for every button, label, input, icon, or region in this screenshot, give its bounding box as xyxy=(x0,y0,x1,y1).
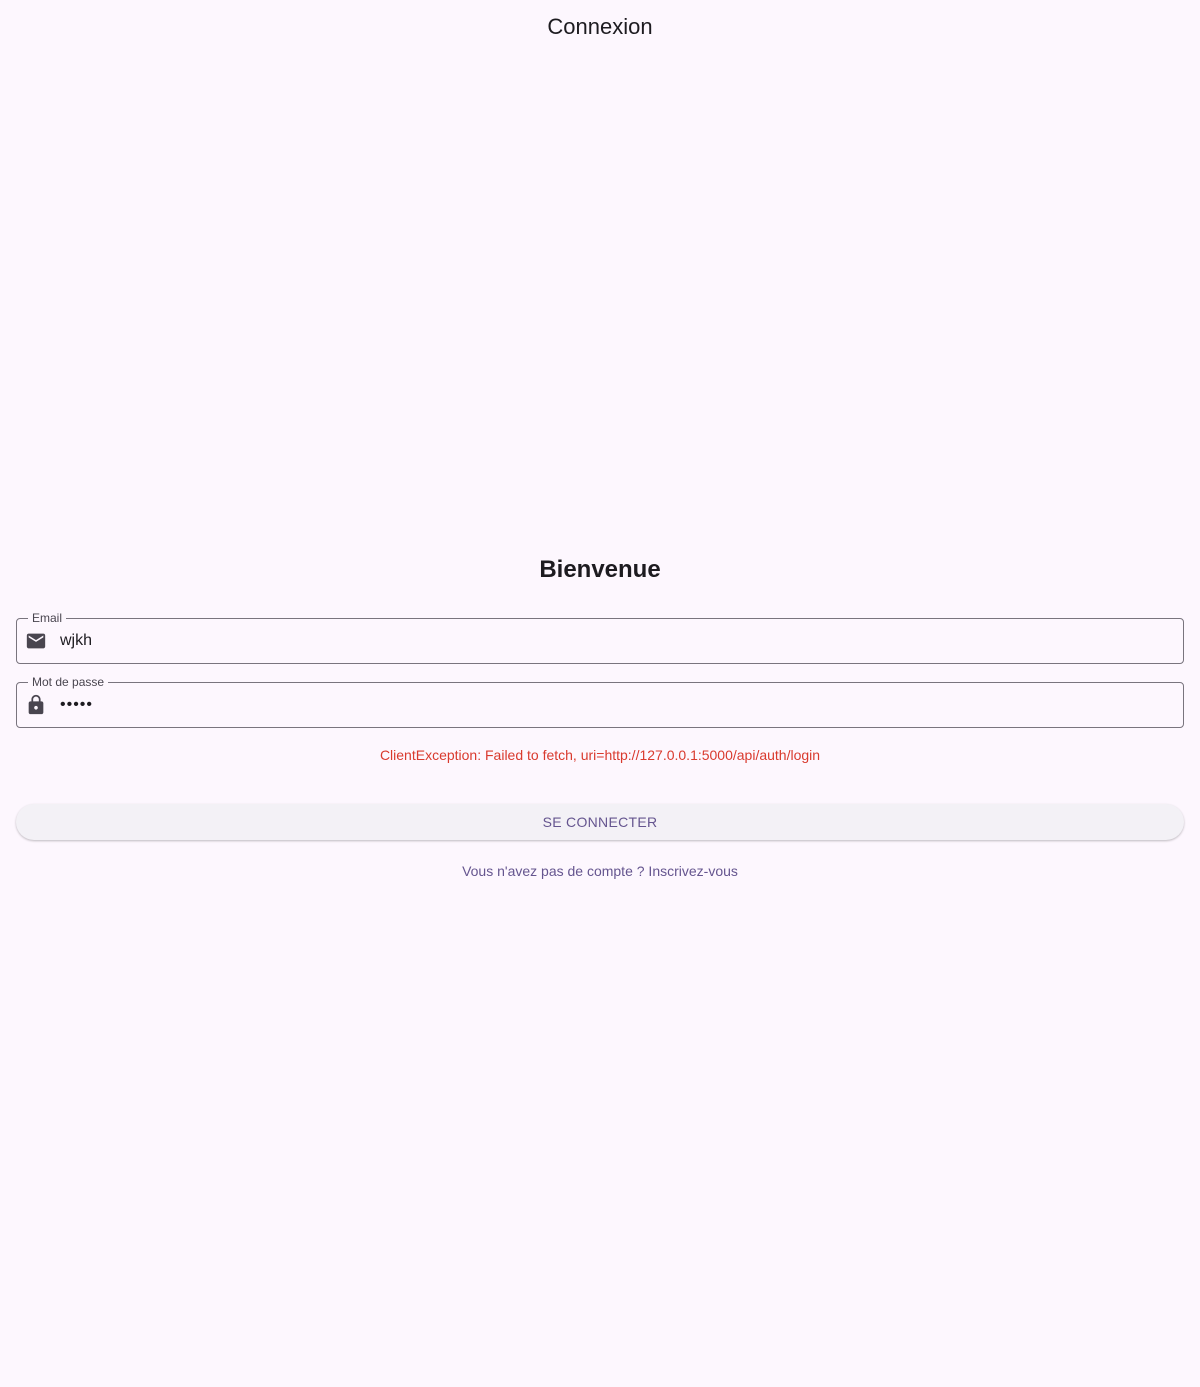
login-button[interactable]: SE CONNECTER xyxy=(16,804,1184,840)
email-field[interactable]: Email wjkh xyxy=(16,611,1184,664)
lock-icon xyxy=(25,694,47,716)
email-input[interactable]: wjkh xyxy=(60,619,1160,663)
signup-link[interactable]: Vous n'avez pas de compte ? Inscrivez-vo… xyxy=(16,861,1184,881)
password-input[interactable]: ••••• xyxy=(60,683,1160,727)
password-field[interactable]: Mot de passe ••••• xyxy=(16,675,1184,728)
page-title: Connexion xyxy=(547,14,653,39)
error-message: ClientException: Failed to fetch, uri=ht… xyxy=(379,747,821,763)
login-form: Bienvenue Email wjkh Mot de passe ••••• … xyxy=(16,548,1184,881)
mail-icon xyxy=(25,630,47,652)
app-bar: Connexion xyxy=(0,0,1200,56)
welcome-heading: Bienvenue xyxy=(539,556,661,583)
